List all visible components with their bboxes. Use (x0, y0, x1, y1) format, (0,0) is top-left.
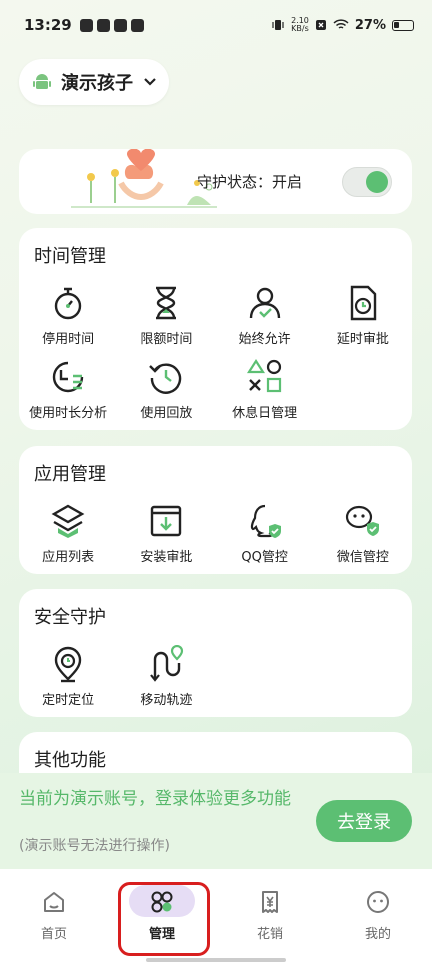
section-title: 应用管理 (34, 464, 106, 485)
track-icon (150, 645, 184, 682)
battery-icon (392, 19, 414, 31)
replay-icon (149, 363, 182, 394)
protect-status-label: 守护状态：开启 (197, 173, 303, 191)
vibrate-icon (272, 20, 284, 30)
home-indicator (146, 958, 286, 962)
notification-icons (79, 18, 144, 32)
section-title: 其他功能 (34, 750, 106, 771)
sim-off-icon (315, 20, 326, 30)
app-management-card: 应用管理 应用列表 安装审批 QQ管控 微信管控 (19, 446, 412, 574)
chevron-down-icon (144, 78, 156, 86)
nav-spending[interactable]: 花销 (216, 869, 324, 964)
hourglass-icon (156, 286, 177, 320)
app-management-grid: 应用列表 安装审批 QQ管控 微信管控 (19, 502, 412, 576)
document-clock-icon (350, 285, 377, 321)
section-title: 安全守护 (34, 607, 106, 628)
smile-icon (367, 891, 389, 913)
time-management-grid: 停用时间 限额时间 始终允许 延时审批 使用时长分析 使用回放 休息日管理 (19, 284, 412, 432)
qq-shield-icon (250, 504, 281, 538)
section-title: 时间管理 (34, 246, 106, 267)
wifi-icon (333, 19, 349, 29)
android-icon (33, 74, 51, 89)
nav-home[interactable]: 首页 (0, 869, 108, 964)
usage-replay-item[interactable]: 使用回放 (117, 358, 215, 432)
time-management-card: 时间管理 停用时间 限额时间 始终允许 延时审批 使用时长分析 使用回放 休息日… (19, 228, 412, 430)
yuan-card-icon (262, 891, 278, 913)
movement-track-item[interactable]: 移动轨迹 (117, 645, 215, 719)
demo-message: 当前为演示账号，登录体验更多功能 (19, 789, 291, 809)
battery-percent: 27% (354, 17, 386, 33)
demo-sub-message: (演示账号无法进行操作) (19, 838, 170, 854)
network-speed: 2.10 KB/s (291, 16, 309, 33)
rest-day-item[interactable]: 休息日管理 (216, 358, 314, 432)
user-check-icon (249, 287, 280, 319)
home-icon (44, 892, 64, 912)
app-list-item[interactable]: 应用列表 (19, 502, 117, 576)
timed-location-item[interactable]: 定时定位 (19, 645, 117, 719)
install-approval-item[interactable]: 安装审批 (117, 502, 215, 576)
install-icon (151, 505, 182, 537)
location-timer-icon (54, 646, 82, 683)
delay-approval-item[interactable]: 延时审批 (314, 284, 412, 358)
protect-status-card: 守护状态：开启 (19, 149, 412, 214)
security-card: 安全守护 定时定位 移动轨迹 (19, 589, 412, 717)
demo-account-banner: 当前为演示账号，登录体验更多功能 (演示账号无法进行操作) 去登录 (0, 773, 432, 869)
shapes-icon (246, 358, 281, 393)
stopwatch-icon (54, 287, 82, 320)
wechat-control-item[interactable]: 微信管控 (314, 502, 412, 576)
limit-time-item[interactable]: 限额时间 (117, 284, 215, 358)
nav-mine[interactable]: 我的 (324, 869, 432, 964)
usage-analysis-item[interactable]: 使用时长分析 (19, 358, 117, 432)
wechat-shield-icon (345, 505, 379, 536)
protect-toggle[interactable] (342, 167, 392, 197)
clock-analysis-icon (52, 361, 84, 393)
bottom-nav: 首页 管理 花销 我的 (0, 869, 432, 964)
grid-icon (151, 891, 173, 913)
qq-control-item[interactable]: QQ管控 (216, 502, 314, 576)
always-allow-item[interactable]: 始终允许 (216, 284, 314, 358)
login-button[interactable]: 去登录 (316, 800, 412, 842)
status-time: 13:29 (24, 16, 72, 34)
status-indicators: 2.10 KB/s 27% (271, 17, 414, 33)
child-selector[interactable]: 演示孩子 (19, 59, 169, 105)
security-grid: 定时定位 移动轨迹 (19, 645, 412, 719)
child-name: 演示孩子 (61, 73, 133, 94)
box-icon (51, 504, 85, 538)
stop-time-item[interactable]: 停用时间 (19, 284, 117, 358)
status-bar: 13:29 2.10 KB/s 27% (0, 0, 432, 50)
